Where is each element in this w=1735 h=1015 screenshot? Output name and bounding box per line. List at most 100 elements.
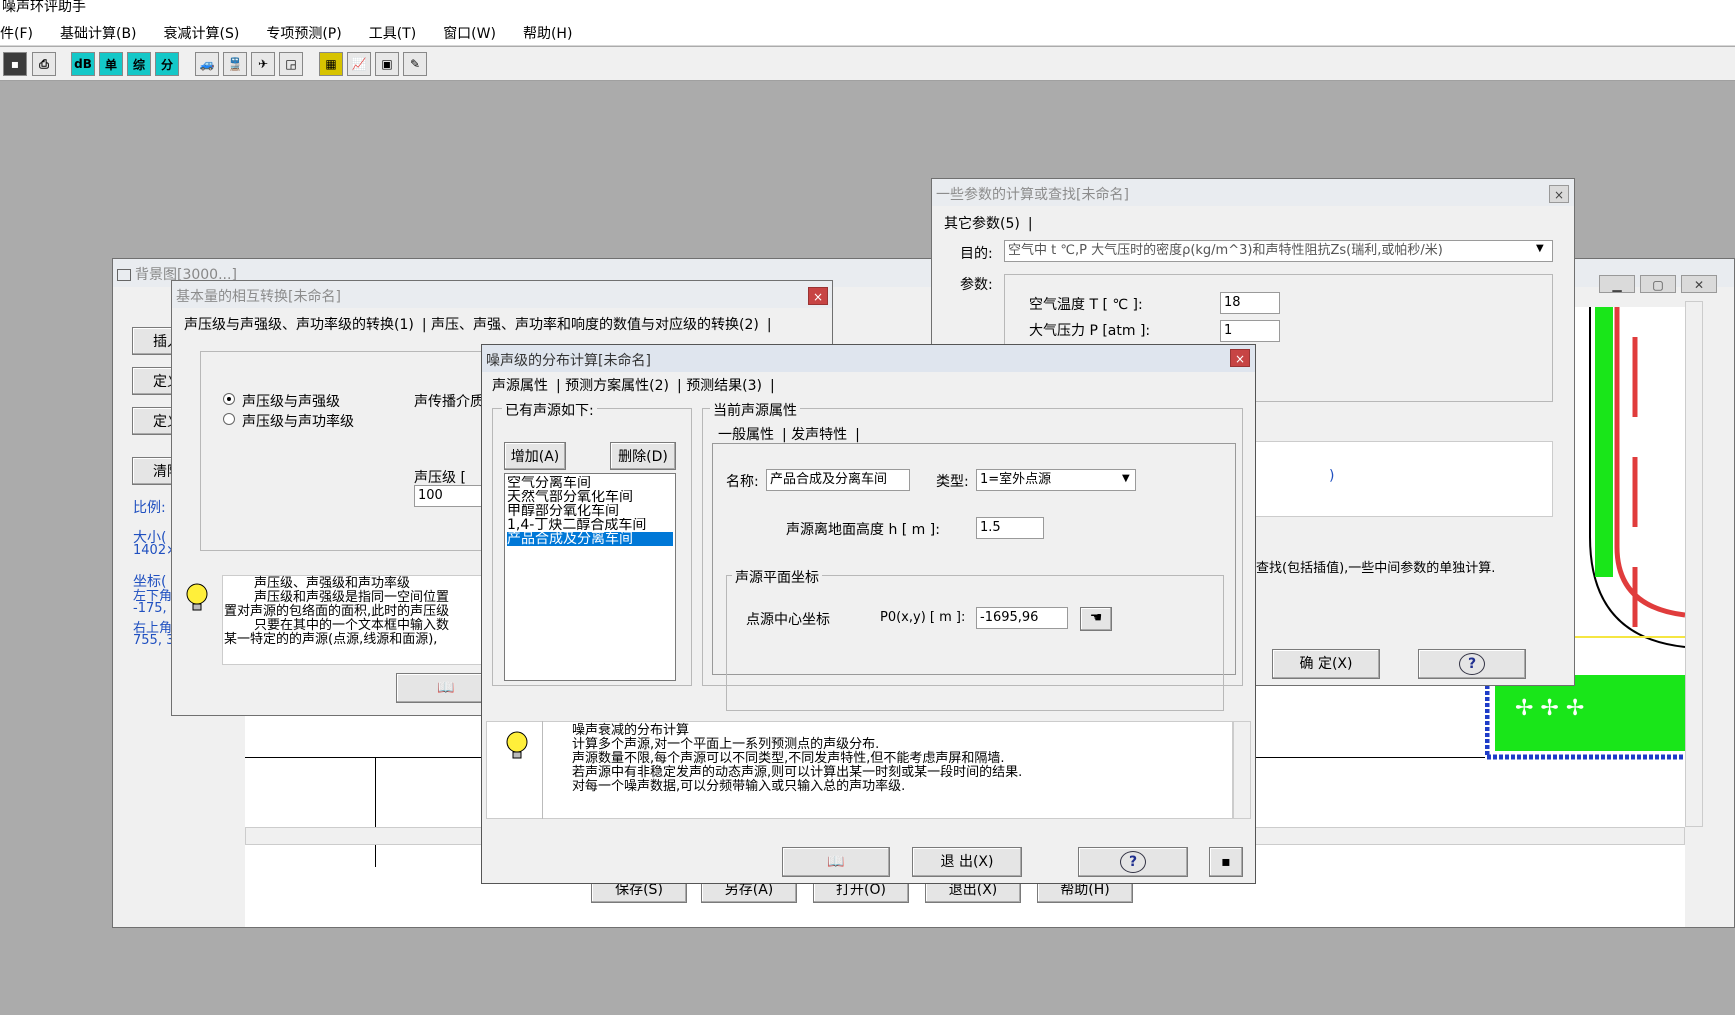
convert-info-line-2: 声压级和声强级是指同一空间位置: [254, 590, 450, 605]
sources-list[interactable]: 空气分离车间 天然气部分氧化车间 甲醇部分氧化车间 1,4-丁炔二醇合成车间 产…: [504, 473, 676, 681]
list-item[interactable]: 空气分离车间: [507, 476, 673, 490]
noise-window: 噪声级的分布计算[未命名] × 声源属性 | 预测方案属性(2) | 预测结果(3)…: [481, 344, 1256, 884]
subtab-general[interactable]: 一般属性: [718, 427, 782, 443]
noise-info-line-4: 若声源中有非稳定发声的动态声源,则可以计算出某一时刻或某一段时间的结果.: [572, 765, 1023, 780]
height-input[interactable]: 1.5: [976, 517, 1044, 539]
toolbar: ▪ ⎙ dB 单 综 分 🚙 🚆 ✈ ◲ ▦ 📈 ▣ ✎: [0, 47, 1735, 81]
tab-other-params[interactable]: 其它参数(5): [944, 216, 1028, 232]
temp-input[interactable]: 18: [1220, 292, 1280, 314]
minimize-button[interactable]: ▁: [1599, 275, 1635, 293]
type-select[interactable]: 1=室外点源: [976, 469, 1136, 491]
graph-icon[interactable]: 📈: [347, 52, 371, 76]
noise-exit-button[interactable]: 退 出(X): [912, 847, 1022, 877]
list-item-selected[interactable]: 产品合成及分离车间: [507, 532, 673, 546]
toolbar-db-button[interactable]: dB: [71, 52, 95, 76]
book-icon: 📖: [437, 680, 455, 696]
tab-spl-conversion[interactable]: 声压级与声强级、声功率级的转换(1): [184, 317, 422, 333]
menu-window[interactable]: 窗口(W): [443, 23, 496, 43]
print-icon[interactable]: ⎙: [32, 52, 56, 76]
toolbar-single-button[interactable]: 单: [99, 52, 123, 76]
train-icon[interactable]: 🚆: [223, 52, 247, 76]
calculator-icon[interactable]: ▣: [375, 52, 399, 76]
lower-left-value: -175,: [133, 601, 167, 616]
app-title: 噪声环评助手: [0, 0, 1735, 20]
close-button[interactable]: ✕: [1681, 275, 1717, 293]
spl-input[interactable]: 100: [414, 485, 484, 507]
menu-basic-calc[interactable]: 基础计算(B): [60, 23, 137, 43]
menu-help[interactable]: 帮助(H): [523, 23, 572, 43]
delete-source-button[interactable]: 删除(D): [610, 442, 676, 470]
name-input[interactable]: 产品合成及分离车间: [766, 469, 910, 491]
maximize-button[interactable]: ▢: [1640, 275, 1676, 293]
pressure-input[interactable]: 1: [1220, 320, 1280, 342]
notepad-icon[interactable]: ✎: [403, 52, 427, 76]
radio-spl-power[interactable]: [223, 413, 235, 425]
name-label: 名称:: [726, 474, 759, 490]
list-item[interactable]: 天然气部分氧化车间: [507, 490, 673, 504]
point-center-label: 点源中心坐标: [746, 612, 830, 628]
convert-info-line-1: 声压级、声强级和声功率级: [254, 576, 411, 591]
question-icon: ?: [1459, 653, 1485, 675]
params-close-button[interactable]: ×: [1549, 185, 1569, 203]
scale-label: 比例:: [133, 500, 166, 516]
chart-icon[interactable]: ◲: [279, 52, 303, 76]
coord-group: [726, 575, 1224, 711]
convert-tabs: 声压级与声强级、声功率级的转换(1) | 声压、声强、声功率和响度的数值与对应级的…: [184, 317, 772, 333]
plane-icon[interactable]: ✈: [251, 52, 275, 76]
save-icon: ▪: [1221, 854, 1231, 870]
noise-close-button[interactable]: ×: [1230, 349, 1250, 367]
noise-book-button[interactable]: 📖: [782, 847, 890, 877]
current-source-label: 当前声源属性: [710, 400, 800, 420]
tab-results[interactable]: 预测结果(3): [686, 378, 770, 394]
menu-special-forecast[interactable]: 专项预测(P): [266, 23, 341, 43]
noise-window-title: 噪声级的分布计算[未命名]: [482, 345, 1255, 372]
ok-button[interactable]: 确 定(X): [1272, 649, 1380, 679]
convert-info-line-4: 只要在其中的一个文本框中输入数: [254, 618, 450, 633]
menu-file[interactable]: 件(F): [0, 23, 33, 43]
noise-help-button[interactable]: ?: [1078, 847, 1188, 877]
upper-right-value: 755, 3: [133, 633, 175, 648]
noise-info-line-2: 计算多个声源,对一个平面上一系列预测点的声级分布.: [572, 737, 880, 752]
vertical-scrollbar[interactable]: [1685, 301, 1703, 827]
app-icon: [117, 269, 131, 281]
noise-info-scrollbar[interactable]: [1233, 721, 1251, 819]
purpose-select[interactable]: 空气中 t ℃,P 大气压时的密度ρ(kg/m^3)和声特性阻抗Zs(瑞利,或帕…: [1004, 240, 1553, 262]
add-source-button[interactable]: 增加(A): [504, 442, 566, 470]
temp-label: 空气温度 T [ ℃ ]:: [1029, 297, 1143, 313]
menu-attenuation[interactable]: 衰减计算(S): [164, 23, 240, 43]
type-chevron-down-icon[interactable]: ▼: [1122, 473, 1130, 484]
chevron-down-icon[interactable]: ▼: [1536, 243, 1544, 254]
menu-tools[interactable]: 工具(T): [369, 23, 416, 43]
result-fragment: ): [1329, 468, 1335, 484]
convert-close-button[interactable]: ×: [808, 287, 828, 305]
grid-icon[interactable]: ▦: [319, 52, 343, 76]
list-item[interactable]: 1,4-丁炔二醇合成车间: [507, 518, 673, 532]
radio-spl-intensity[interactable]: [223, 393, 235, 405]
tab-scheme-props[interactable]: 预测方案属性(2): [565, 378, 677, 394]
radio-spl-power-label: 声压级与声功率级: [242, 414, 354, 430]
height-label: 声源离地面高度 h [ m ]:: [786, 522, 940, 538]
medium-label: 声传播介质: [414, 394, 484, 410]
tab-value-conversion[interactable]: 声压、声强、声功率和响度的数值与对应级的转换(2): [431, 317, 767, 333]
noise-info-line-1: 噪声衰减的分布计算: [572, 723, 690, 738]
toolbar-combined-button[interactable]: 综: [127, 52, 151, 76]
pick-point-button[interactable]: ☚: [1080, 607, 1112, 631]
tab-source-props[interactable]: 声源属性: [492, 378, 556, 394]
noise-info-line-5: 对每一个噪声数据,可以分频带输入或只输入总的声功率级.: [572, 779, 906, 794]
pressure-label: 大气压力 P [atm ]:: [1029, 323, 1151, 339]
noise-save-button[interactable]: ▪: [1209, 847, 1243, 877]
params-label: 参数:: [960, 277, 993, 293]
convert-info-line-5: 某一特定的的声源(点源,线源和面源),: [224, 632, 438, 647]
list-item[interactable]: 甲醇部分氧化车间: [507, 504, 673, 518]
p0-input[interactable]: -1695,96: [976, 607, 1068, 629]
subtab-emission[interactable]: 发声特性: [791, 427, 855, 443]
save-icon[interactable]: ▪: [3, 52, 27, 76]
params-help-button[interactable]: ?: [1418, 649, 1526, 679]
toolbar-distribution-button[interactable]: 分: [155, 52, 179, 76]
svg-text:✢ ✢ ✢: ✢ ✢ ✢: [1515, 696, 1584, 721]
existing-sources-label: 已有声源如下:: [502, 400, 597, 420]
noise-info-line-3: 声源数量不限,每个声源可以不同类型,不同发声特性,但不能考虑声屏和隔墙.: [572, 751, 1005, 766]
car-icon[interactable]: 🚙: [195, 52, 219, 76]
params-tabs: 其它参数(5) |: [944, 216, 1033, 232]
hand-pointer-icon: ☚: [1089, 610, 1103, 626]
